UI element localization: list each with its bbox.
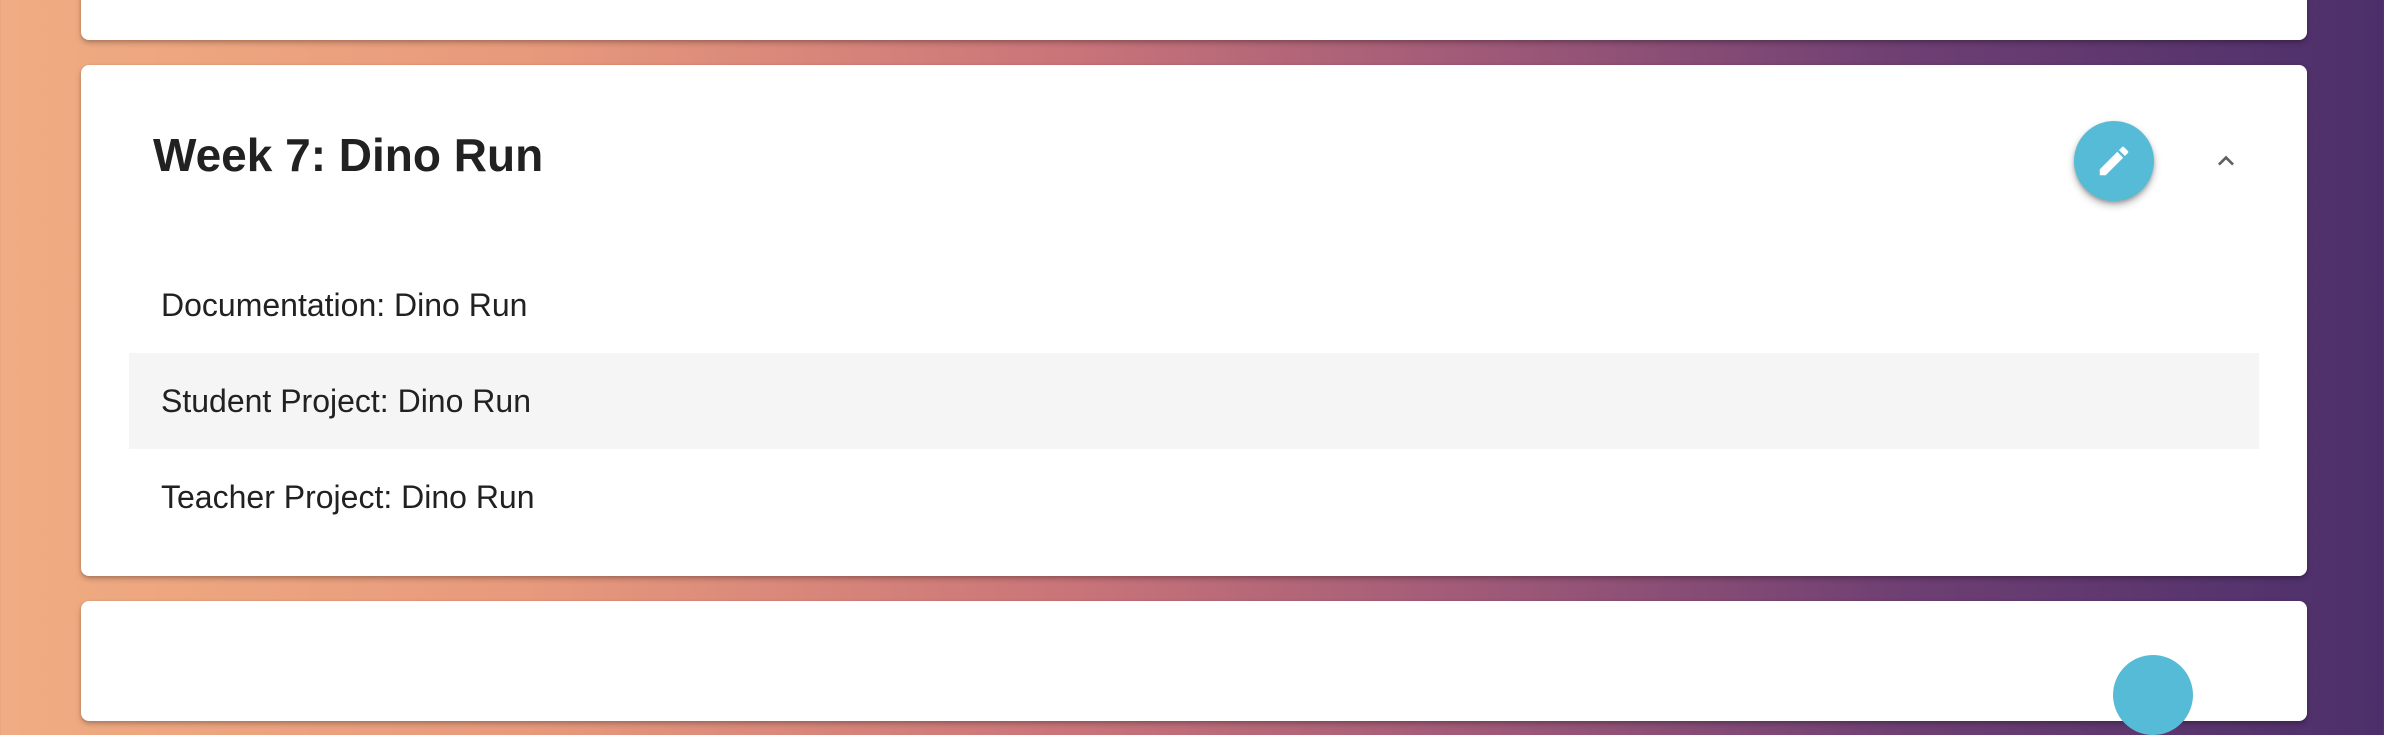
week-items-list: Documentation: Dino Run Student Project:… (129, 257, 2259, 545)
chevron-up-icon (2218, 155, 2234, 166)
list-item-label: Documentation: Dino Run (161, 286, 528, 323)
list-item-teacher-project[interactable]: Teacher Project: Dino Run (129, 449, 2259, 545)
list-item-student-project[interactable]: Student Project: Dino Run (129, 353, 2259, 449)
next-edit-button[interactable] (2113, 655, 2193, 735)
pencil-icon (2099, 146, 2129, 176)
next-week-card (81, 601, 2307, 735)
week-card: Week 7: Dino Run Documentation: Dino Run… (81, 65, 2307, 576)
edit-week-button[interactable] (2074, 121, 2154, 201)
week-title: Week 7: Dino Run (153, 129, 544, 181)
list-item-label: Student Project: Dino Run (161, 382, 531, 419)
collapse-button[interactable] (2208, 143, 2244, 179)
list-item-label: Teacher Project: Dino Run (161, 478, 535, 515)
list-item-documentation[interactable]: Documentation: Dino Run (129, 257, 2259, 353)
previous-week-card (81, 0, 2307, 40)
